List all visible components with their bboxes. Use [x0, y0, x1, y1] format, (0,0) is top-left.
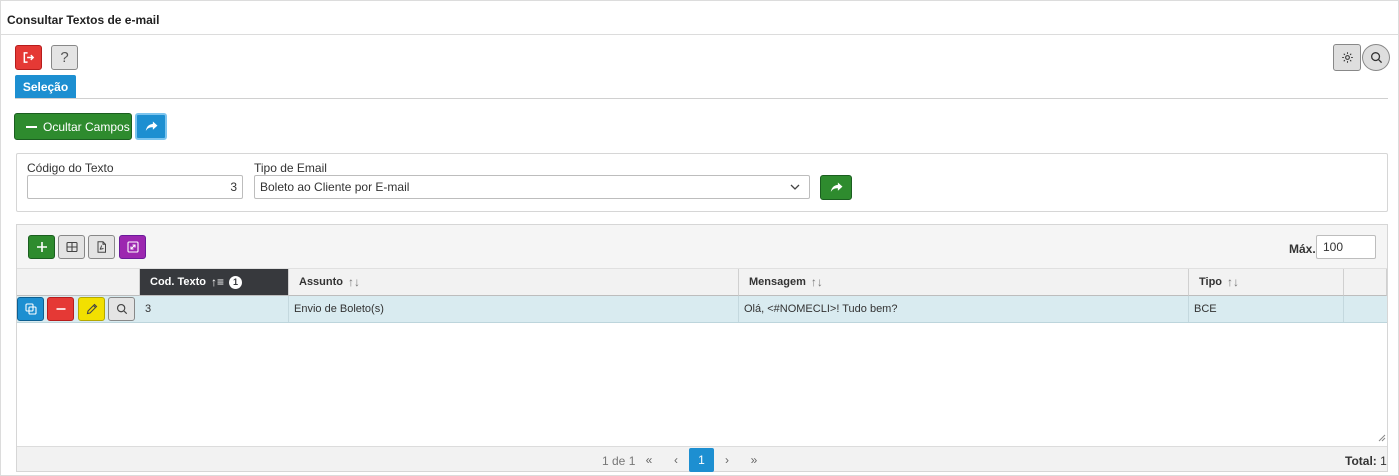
edit-row-button[interactable] — [78, 297, 105, 321]
copy-icon — [24, 303, 37, 315]
minus-icon — [56, 308, 65, 310]
column-header-cod-texto[interactable]: Cod. Texto ↑≡ 1 — [140, 269, 289, 296]
ocultar-campos-button[interactable]: Ocultar Campos — [14, 113, 132, 140]
grid-view-button[interactable] — [58, 235, 85, 259]
codigo-texto-label: Código do Texto — [27, 161, 114, 175]
search-icon — [1370, 52, 1382, 64]
export-pdf-button[interactable] — [88, 235, 115, 259]
cell-cod-texto: 3 — [140, 296, 289, 322]
column-header-tipo[interactable]: Tipo ↑↓ — [1189, 269, 1344, 296]
resize-handle-icon[interactable] — [1378, 434, 1386, 442]
minus-icon — [26, 125, 37, 128]
column-header-actions — [17, 269, 140, 296]
apply-filter-button[interactable] — [820, 175, 852, 200]
sort-order-badge: 1 — [229, 275, 243, 289]
cell-assunto: Envio de Boleto(s) — [289, 296, 739, 322]
next-page-button[interactable]: › — [715, 448, 739, 472]
share-button[interactable] — [135, 113, 167, 140]
column-header-assunto[interactable]: Assunto ↑↓ — [289, 269, 739, 296]
tab-divider — [15, 98, 1388, 99]
last-page-button[interactable]: » — [742, 448, 766, 472]
share-arrow-icon — [145, 121, 157, 131]
sort-asc-icon: ↑≡ — [211, 275, 225, 289]
first-page-button[interactable]: « — [637, 448, 661, 472]
column-header-filler — [1344, 269, 1387, 296]
sort-icon: ↑↓ — [810, 275, 823, 289]
tipo-email-label: Tipo de Email — [254, 161, 327, 175]
grid-footer: 1 de 1 « ‹ 1 › » Total: 1 — [17, 446, 1387, 472]
expand-icon — [126, 241, 139, 253]
copy-row-button[interactable] — [17, 297, 44, 321]
exit-button[interactable] — [15, 45, 42, 70]
codigo-texto-input[interactable] — [27, 175, 243, 199]
settings-button[interactable] — [1333, 44, 1361, 71]
page-title: Consultar Textos de e-mail — [7, 13, 160, 27]
chevron-down-icon — [790, 184, 800, 190]
add-button[interactable] — [28, 235, 55, 259]
grid-toolbar: Máx. — [17, 225, 1387, 269]
current-page-button[interactable]: 1 — [689, 448, 714, 472]
cell-tipo: BCE — [1189, 296, 1344, 322]
title-bar: Consultar Textos de e-mail — [1, 1, 1398, 35]
tab-selecao[interactable]: Seleção — [15, 75, 76, 98]
max-label: Máx. — [1289, 242, 1316, 256]
table-row[interactable]: 3 Envio de Boleto(s) Olá, <#NOMECLI>! Tu… — [17, 296, 1387, 323]
table-icon — [65, 241, 78, 253]
view-row-button[interactable] — [108, 297, 135, 321]
column-header-label: Mensagem — [749, 276, 806, 288]
prev-page-button[interactable]: ‹ — [664, 448, 688, 472]
sort-icon: ↑↓ — [348, 275, 360, 289]
tab-selecao-label: Seleção — [22, 79, 69, 94]
results-grid: Máx. Cod. Texto ↑≡ 1 Assunto ↑↓ Mensagem… — [16, 224, 1388, 472]
page: Consultar Textos de e-mail ? Seleção Ocu… — [0, 0, 1399, 476]
search-button[interactable] — [1362, 44, 1390, 71]
delete-row-button[interactable] — [47, 297, 74, 321]
file-pdf-icon — [97, 241, 106, 253]
share-arrow-icon — [830, 182, 842, 192]
pagination-info: 1 de 1 — [602, 454, 636, 468]
total-value: 1 — [1380, 454, 1387, 468]
gear-icon — [1341, 52, 1353, 63]
sort-icon: ↑↓ — [1227, 275, 1240, 289]
tipo-email-select[interactable]: Boleto ao Cliente por E-mail — [254, 175, 810, 199]
ocultar-campos-label: Ocultar Campos — [43, 119, 130, 134]
help-button[interactable]: ? — [51, 45, 78, 70]
help-label: ? — [60, 49, 69, 66]
expand-button[interactable] — [119, 235, 146, 259]
tipo-email-value: Boleto ao Cliente por E-mail — [260, 180, 410, 194]
cell-mensagem: Olá, <#NOMECLI>! Tudo bem? — [739, 296, 1189, 322]
column-header-label: Cod. Texto — [150, 276, 207, 288]
total-label: Total: — [1345, 454, 1377, 468]
column-header-label: Assunto — [299, 276, 343, 288]
search-icon — [116, 303, 127, 315]
total-count: Total: 1 — [1345, 454, 1387, 468]
column-header-label: Tipo — [1199, 276, 1223, 288]
plus-icon — [36, 242, 47, 252]
exit-icon — [23, 52, 35, 63]
column-header-mensagem[interactable]: Mensagem ↑↓ — [739, 269, 1189, 296]
pencil-icon — [86, 303, 97, 315]
max-rows-input[interactable] — [1316, 235, 1376, 259]
